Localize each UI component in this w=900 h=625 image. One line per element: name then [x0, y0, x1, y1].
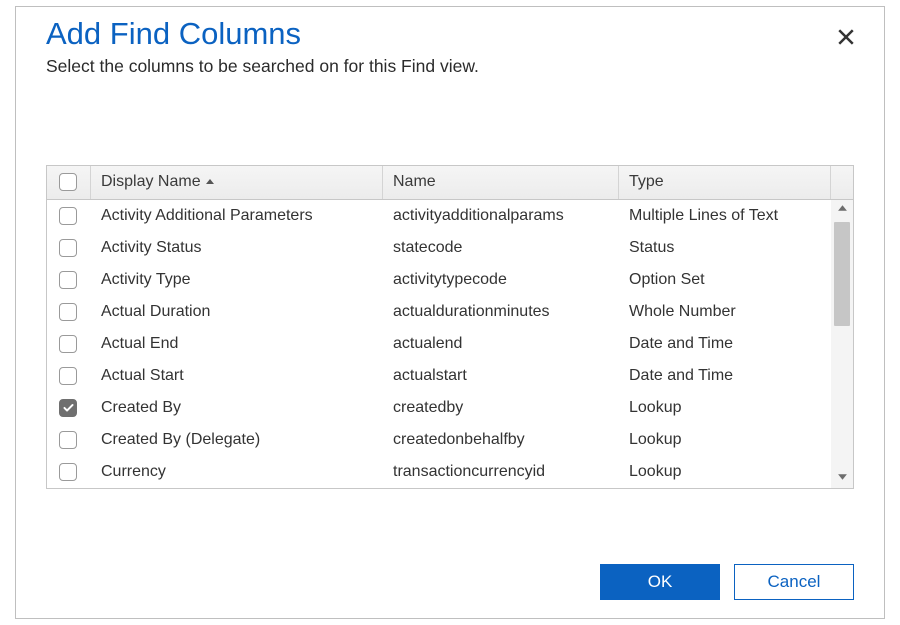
table-header-row: Display Name Name Type: [47, 166, 853, 200]
row-display-name: Created By: [91, 399, 383, 417]
sort-asc-icon: [205, 177, 215, 187]
close-icon: [837, 28, 855, 51]
row-checkbox[interactable]: [59, 399, 77, 417]
header-display-name[interactable]: Display Name: [91, 166, 383, 199]
row-type: Lookup: [619, 399, 831, 417]
header-type-label: Type: [629, 173, 664, 191]
table-row[interactable]: Created BycreatedbyLookup: [47, 392, 831, 424]
table-row[interactable]: Activity TypeactivitytypecodeOption Set: [47, 264, 831, 296]
row-type: Whole Number: [619, 303, 831, 321]
row-checkbox-cell: [47, 463, 91, 481]
row-type: Status: [619, 239, 831, 257]
row-name: transactioncurrencyid: [383, 463, 619, 481]
table-row[interactable]: Activity StatusstatecodeStatus: [47, 232, 831, 264]
row-checkbox[interactable]: [59, 239, 77, 257]
header-display-name-label: Display Name: [101, 173, 201, 191]
row-name: actualdurationminutes: [383, 303, 619, 321]
table-row[interactable]: Actual EndactualendDate and Time: [47, 328, 831, 360]
row-name: activitytypecode: [383, 271, 619, 289]
row-display-name: Currency: [91, 463, 383, 481]
row-checkbox[interactable]: [59, 431, 77, 449]
row-name: actualstart: [383, 367, 619, 385]
header-name-label: Name: [393, 173, 436, 191]
row-checkbox[interactable]: [59, 207, 77, 225]
row-checkbox-cell: [47, 239, 91, 257]
header-type[interactable]: Type: [619, 166, 831, 199]
row-checkbox-cell: [47, 431, 91, 449]
table-row[interactable]: Actual StartactualstartDate and Time: [47, 360, 831, 392]
dialog-title: Add Find Columns: [46, 15, 854, 54]
triangle-down-icon: [837, 469, 848, 487]
row-name: createdonbehalfby: [383, 431, 619, 449]
row-name: statecode: [383, 239, 619, 257]
table-row[interactable]: CurrencytransactioncurrencyidLookup: [47, 456, 831, 488]
row-checkbox-cell: [47, 271, 91, 289]
triangle-up-icon: [837, 201, 848, 219]
row-display-name: Activity Additional Parameters: [91, 207, 383, 225]
close-button[interactable]: [832, 25, 860, 53]
scroll-down-button[interactable]: [831, 468, 853, 488]
dialog-header: Add Find Columns Select the columns to b…: [46, 7, 854, 165]
table-row[interactable]: Actual DurationactualdurationminutesWhol…: [47, 296, 831, 328]
columns-table: Display Name Name Type Activity Addition…: [46, 165, 854, 489]
select-all-checkbox[interactable]: [59, 173, 77, 191]
row-type: Lookup: [619, 463, 831, 481]
row-checkbox[interactable]: [59, 335, 77, 353]
scrollbar-thumb[interactable]: [834, 222, 850, 326]
cancel-button[interactable]: Cancel: [734, 564, 854, 600]
row-display-name: Created By (Delegate): [91, 431, 383, 449]
add-find-columns-dialog: Add Find Columns Select the columns to b…: [15, 6, 885, 619]
scroll-up-button[interactable]: [831, 200, 853, 220]
table-row[interactable]: Activity Additional Parametersactivityad…: [47, 200, 831, 232]
row-checkbox-cell: [47, 207, 91, 225]
ok-button[interactable]: OK: [600, 564, 720, 600]
row-display-name: Activity Type: [91, 271, 383, 289]
dialog-subtitle: Select the columns to be searched on for…: [46, 56, 854, 77]
row-type: Lookup: [619, 431, 831, 449]
row-name: activityadditionalparams: [383, 207, 619, 225]
row-display-name: Actual Start: [91, 367, 383, 385]
row-checkbox-cell: [47, 303, 91, 321]
header-name[interactable]: Name: [383, 166, 619, 199]
row-checkbox[interactable]: [59, 303, 77, 321]
row-type: Option Set: [619, 271, 831, 289]
dialog-footer: OK Cancel: [46, 546, 854, 600]
row-checkbox[interactable]: [59, 367, 77, 385]
row-checkbox-cell: [47, 367, 91, 385]
header-select-all[interactable]: [47, 166, 91, 199]
table-row[interactable]: Created By (Delegate)createdonbehalfbyLo…: [47, 424, 831, 456]
row-type: Date and Time: [619, 335, 831, 353]
row-checkbox[interactable]: [59, 271, 77, 289]
row-name: createdby: [383, 399, 619, 417]
row-name: actualend: [383, 335, 619, 353]
row-type: Multiple Lines of Text: [619, 207, 831, 225]
row-checkbox-cell: [47, 399, 91, 417]
row-type: Date and Time: [619, 367, 831, 385]
row-display-name: Actual End: [91, 335, 383, 353]
header-scroll-gap: [831, 166, 853, 199]
row-display-name: Activity Status: [91, 239, 383, 257]
row-checkbox[interactable]: [59, 463, 77, 481]
scrollbar-track[interactable]: [831, 200, 853, 488]
row-display-name: Actual Duration: [91, 303, 383, 321]
table-body: Activity Additional Parametersactivityad…: [47, 200, 853, 488]
row-checkbox-cell: [47, 335, 91, 353]
